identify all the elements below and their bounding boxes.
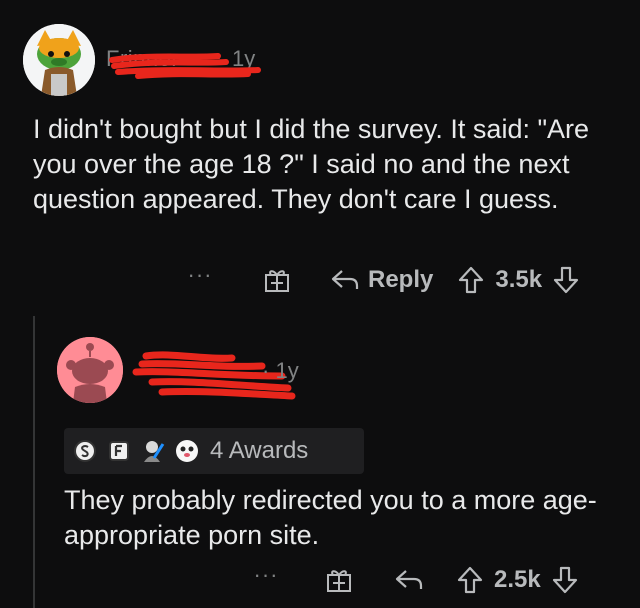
silver-award-icon [72, 438, 98, 464]
comment-actions: ··· Reply 3.5k [180, 260, 580, 300]
meta-separator: · [262, 358, 270, 383]
award-button[interactable] [262, 265, 292, 295]
reply-button[interactable]: Reply [330, 266, 433, 294]
comment-age: · 1y [262, 358, 299, 384]
thread-line[interactable] [33, 316, 35, 608]
avatar[interactable] [23, 24, 95, 96]
downvote-button[interactable] [551, 565, 579, 595]
gift-icon [265, 270, 289, 292]
reply-arrow-icon [331, 270, 359, 289]
snoo-avatar-icon [57, 337, 123, 403]
downvote-arrow-icon [552, 566, 577, 594]
comment-body: They probably redirected you to a more a… [64, 485, 597, 550]
reply-label: Reply [368, 266, 434, 293]
vote-score: 2.5k [494, 566, 541, 593]
snoo-avatar-icon [23, 24, 95, 96]
downvote-arrow-icon [553, 266, 579, 294]
press-f-award-icon [106, 438, 132, 464]
rocket-like-award-icon [140, 438, 166, 464]
comment-age-value: 1y [275, 358, 299, 383]
more-options-button[interactable]: ··· [180, 262, 220, 288]
reply-arrow-icon [395, 570, 423, 589]
upvote-arrow-icon [459, 266, 484, 294]
upvote-button[interactable] [456, 565, 484, 595]
downvote-button[interactable] [552, 265, 580, 295]
gift-icon [327, 570, 351, 592]
awards-bar[interactable]: 4 Awards [64, 428, 364, 474]
vote-score: 3.5k [495, 266, 543, 293]
upvote-button[interactable] [457, 265, 485, 295]
awards-count: 4 Awards [210, 437, 309, 464]
comment-actions: ··· 2.5k [246, 560, 579, 600]
redaction-scribble [109, 53, 261, 79]
wholesome-award-icon [174, 438, 200, 464]
upvote-arrow-icon [457, 566, 483, 594]
reply-button[interactable] [394, 567, 424, 593]
more-options-button[interactable]: ··· [246, 562, 286, 588]
comment-body: I didn't bought but I did the survey. It… [33, 114, 590, 214]
award-button[interactable] [324, 565, 354, 595]
avatar[interactable] [57, 337, 123, 403]
